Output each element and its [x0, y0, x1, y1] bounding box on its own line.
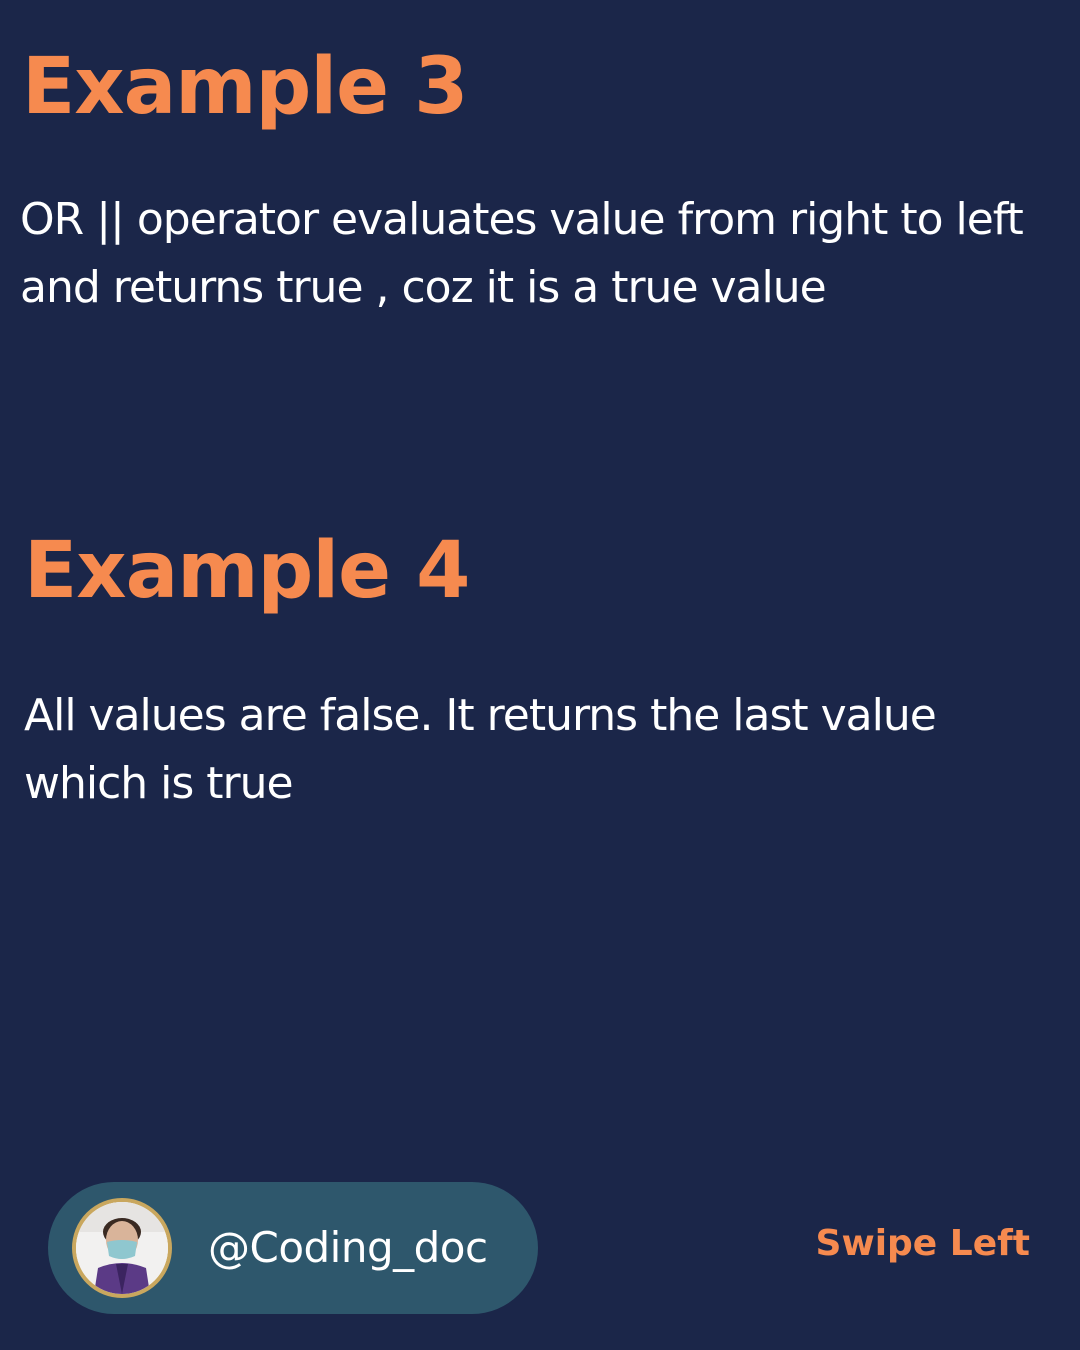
profile-badge[interactable]: @Coding_doc	[48, 1182, 538, 1314]
example-4-heading: Example 4	[24, 526, 470, 616]
example-3-description: OR || operator evaluates value from righ…	[20, 194, 1024, 313]
example-3-heading: Example 3	[22, 42, 468, 132]
profile-handle: @Coding_doc	[208, 1223, 488, 1272]
swipe-left-label[interactable]: Swipe Left	[816, 1222, 1030, 1266]
example-4-description: All values are false. It returns the las…	[24, 690, 937, 809]
person-avatar-icon	[76, 1202, 168, 1294]
avatar[interactable]	[72, 1198, 172, 1298]
